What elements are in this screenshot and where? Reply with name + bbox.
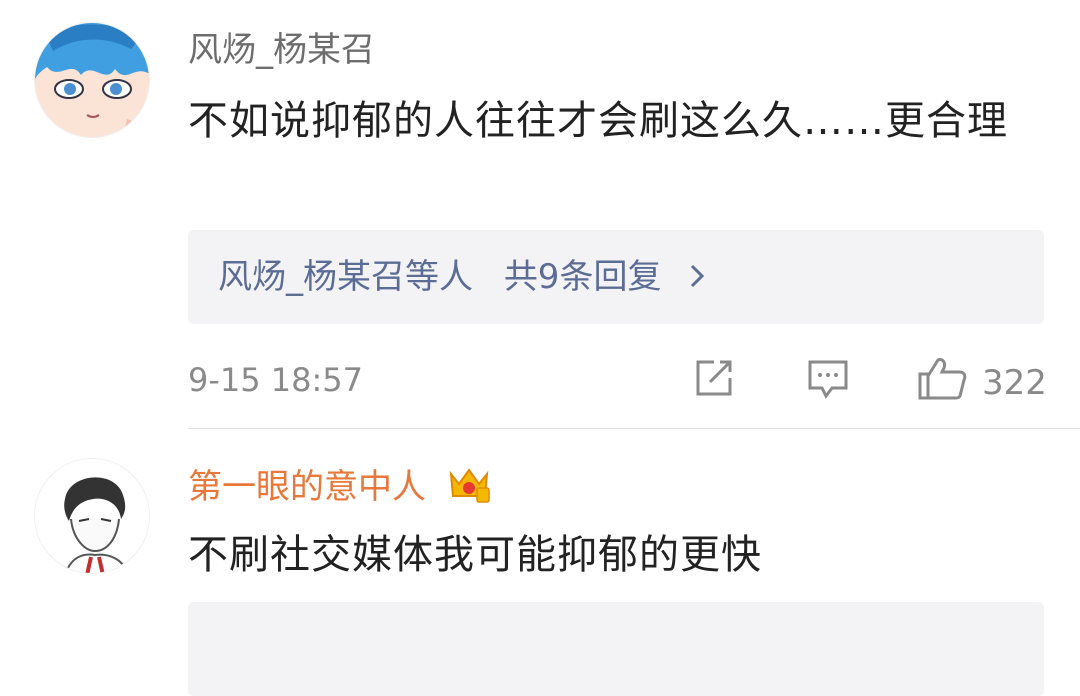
- crown-icon: [447, 464, 491, 513]
- username-text: 第一眼的意中人: [188, 467, 426, 507]
- replies-count: 共9条回复: [503, 257, 662, 297]
- avatar[interactable]: [34, 458, 150, 574]
- replies-preview[interactable]: [188, 602, 1044, 696]
- replies-users: 风炀_杨某召等人: [218, 257, 473, 297]
- divider: [188, 428, 1080, 429]
- replies-preview[interactable]: 风炀_杨某召等人 共9条回复: [188, 230, 1044, 324]
- anime-avatar-image: [35, 23, 149, 137]
- like-button[interactable]: 322: [916, 354, 1047, 411]
- comment-item: 第一眼的意中人 不刷社交媒体我可能抑郁的更快: [0, 430, 1080, 696]
- share-icon: [692, 356, 736, 409]
- comment-icon: [806, 356, 850, 409]
- sketch-avatar-image: [35, 459, 149, 573]
- username[interactable]: 风炀_杨某召: [188, 30, 375, 70]
- username[interactable]: 第一眼的意中人: [188, 464, 491, 513]
- avatar[interactable]: [34, 22, 150, 138]
- comment-item: 风炀_杨某召 不如说抑郁的人往往才会刷这么久……更合理 风炀_杨某召等人 共9条…: [0, 0, 1080, 430]
- share-button[interactable]: [692, 356, 736, 409]
- comment-text: 不刷社交媒体我可能抑郁的更快: [188, 532, 762, 578]
- like-count: 322: [982, 362, 1047, 403]
- comment-text: 不如说抑郁的人往往才会刷这么久……更合理: [188, 98, 1008, 144]
- chevron-right-icon: [688, 232, 706, 326]
- comment-time: 9-15 18:57: [188, 361, 364, 399]
- thumbs-up-icon: [916, 354, 968, 411]
- comment-button[interactable]: [806, 356, 850, 409]
